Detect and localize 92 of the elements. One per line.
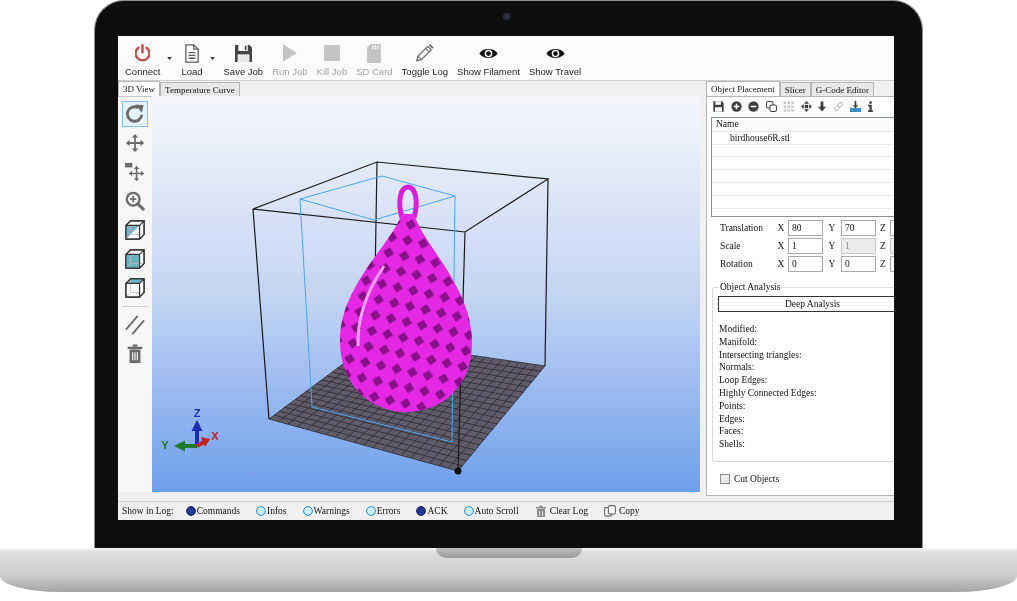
origin-dot-icon — [454, 467, 462, 475]
toolbar-button[interactable]: Show Travel — [525, 43, 585, 77]
property-label: Modified: — [719, 323, 758, 336]
field-label: Rotation — [720, 259, 754, 269]
log-toggle[interactable]: Commands — [185, 505, 240, 516]
column-header: Name — [712, 118, 894, 132]
down-arrow-icon[interactable] — [818, 100, 826, 112]
property-label: Loop Edges: — [719, 374, 769, 387]
log-toggle[interactable]: Auto Scroll — [463, 505, 519, 516]
number-field[interactable]: 0 — [788, 256, 823, 272]
tab[interactable]: G-Code Editor — [810, 82, 874, 96]
number-field[interactable]: 0 — [841, 256, 876, 272]
copy-icon — [603, 504, 616, 517]
arrow-on-block-icon[interactable] — [850, 100, 861, 112]
pencil-icon — [415, 44, 434, 62]
field-label: Translation — [720, 223, 764, 233]
view-tool-button[interactable] — [122, 275, 148, 301]
play-icon — [282, 44, 297, 62]
zoom-in-icon — [125, 191, 145, 211]
minus-circle-icon[interactable] — [748, 100, 759, 112]
four-arrows-icon — [125, 133, 145, 153]
log-action-button[interactable]: Clear Log — [534, 504, 588, 517]
log-label: Show in Log: — [122, 505, 174, 516]
property-label: Edges: — [719, 412, 746, 426]
axis-label: Z — [879, 241, 887, 251]
property-label: Highly Connected Edges: — [719, 387, 818, 400]
number-field[interactable] — [890, 256, 894, 272]
eye-icon — [479, 47, 498, 59]
camera-icon — [502, 13, 510, 20]
property-label: Normals: — [719, 361, 756, 375]
toolbar-button[interactable]: Toggle Log — [398, 43, 452, 77]
caret-icon[interactable] — [167, 57, 173, 60]
log-toggle[interactable]: ACK — [416, 505, 448, 516]
field-label: Scale — [720, 241, 742, 251]
property-label: Manifold: — [719, 335, 758, 349]
axis-label: Y — [827, 223, 837, 233]
power-icon — [135, 44, 151, 62]
toolbar-button[interactable]: Show Filament — [454, 43, 523, 77]
trash-icon — [125, 344, 145, 364]
list-row[interactable]: birdhouse6R.stl — [712, 132, 894, 145]
copy-icon[interactable] — [765, 100, 777, 112]
half-shaded-cube-icon — [125, 220, 145, 240]
rotate-icon — [125, 104, 145, 124]
toolbar-button[interactable]: Connect — [122, 43, 164, 77]
axis-label: Y — [827, 259, 837, 269]
deep-analysis-button[interactable]: Deep Analysis — [718, 296, 894, 312]
number-field[interactable] — [890, 220, 894, 236]
log-toggle[interactable]: Warnings — [302, 505, 350, 516]
view-tool-button[interactable] — [122, 246, 148, 272]
tab[interactable]: Object Placement — [706, 81, 780, 96]
number-field[interactable]: 1 — [788, 238, 823, 254]
axis-label: Z — [879, 259, 887, 269]
parallel-lines-icon — [125, 315, 145, 335]
log-toggle[interactable]: Infos — [256, 505, 287, 516]
toolbar-button[interactable]: Save Job — [220, 43, 267, 77]
front-shaded-cube-icon — [125, 249, 145, 269]
axis-label: Z — [879, 223, 887, 233]
property-label: Faces: — [719, 425, 745, 439]
toolbar-button[interactable]: Load — [178, 43, 206, 77]
axis-label: Y — [161, 439, 169, 451]
axis-label: Y — [827, 241, 837, 251]
four-arrows-icon[interactable] — [800, 100, 812, 112]
checkbox-label[interactable]: Cut Objects — [734, 473, 780, 484]
sd-card-icon — [367, 43, 382, 63]
plus-circle-icon[interactable] — [730, 100, 742, 112]
eye-icon — [545, 47, 565, 59]
view-tool-button[interactable] — [122, 217, 148, 243]
checkbox[interactable] — [720, 473, 730, 484]
axis-label: X — [211, 430, 219, 442]
3d-viewport[interactable]: Z Y X — [152, 96, 700, 492]
axis-label: X — [776, 241, 786, 251]
log-toggle[interactable]: Errors — [365, 505, 401, 516]
tab[interactable]: Temperature Curve — [160, 82, 240, 96]
info-icon[interactable] — [867, 100, 873, 112]
caret-icon[interactable] — [209, 57, 215, 60]
top-shaded-cube-icon — [125, 278, 145, 298]
log-action-button[interactable]: Copy — [603, 504, 640, 517]
axis-label: Z — [193, 407, 201, 419]
trash-icon — [534, 504, 547, 517]
property-label: Points: — [719, 399, 747, 413]
property-label: Intersecting triangles: — [719, 348, 803, 362]
number-field[interactable]: 80 — [788, 220, 823, 236]
number-field[interactable]: 70 — [841, 220, 876, 236]
group-title: Object Analysis — [719, 281, 782, 293]
tab[interactable]: 3D View — [118, 81, 161, 96]
tab[interactable]: Slicer — [779, 82, 811, 96]
axis-label: X — [776, 259, 786, 269]
document-icon — [184, 43, 199, 63]
axis-label: X — [776, 223, 786, 233]
four-arrows-with-block-icon — [125, 162, 145, 182]
stop-icon — [323, 45, 340, 61]
property-label: Shells: — [719, 438, 746, 451]
